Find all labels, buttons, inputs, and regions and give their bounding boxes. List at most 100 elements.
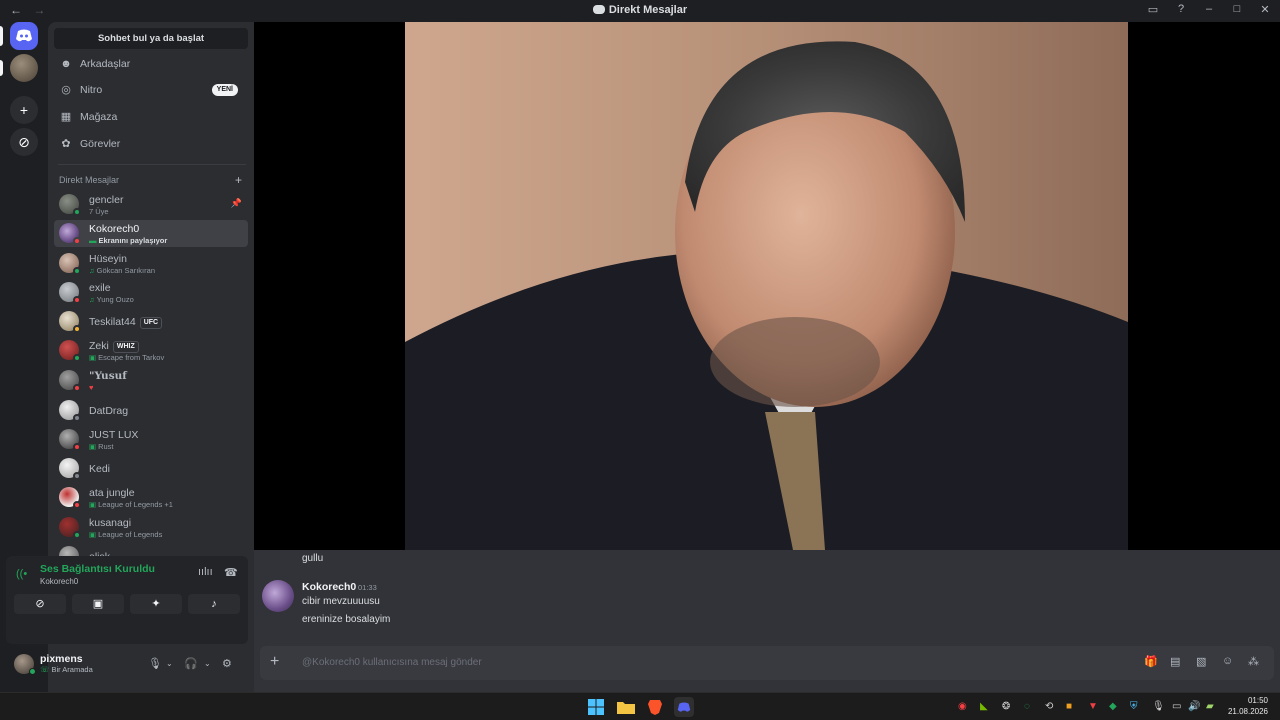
screen-share-button[interactable]: ▣ bbox=[72, 594, 124, 614]
help-icon[interactable]: ? bbox=[1174, 3, 1188, 16]
nitro-icon: ◎ bbox=[61, 84, 71, 96]
message-timestamp: 01:33 bbox=[358, 583, 377, 592]
tray-app-icon[interactable]: ◌ bbox=[1024, 701, 1030, 712]
file-explorer-icon[interactable] bbox=[616, 697, 636, 717]
defender-icon[interactable]: ⛨ bbox=[1130, 701, 1138, 712]
emoji-icon[interactable]: ☺ bbox=[1222, 655, 1233, 667]
nav-nitro[interactable]: ◎ Nitro YENİ bbox=[54, 78, 248, 102]
message-composer: + @Kokorech0 kullanıcısına mesaj gönder … bbox=[260, 646, 1274, 680]
status-indicator bbox=[73, 531, 81, 539]
dm-item-huseyin[interactable]: Hüseyin ♫ Gökcan Sarıkıran bbox=[54, 250, 248, 277]
gif-icon[interactable]: ▤ bbox=[1170, 655, 1180, 668]
game-icon: ▣ bbox=[89, 500, 97, 509]
taskbar: ◉ ◣ ❂ ◌ ⟲ ■ ▼ ◆ ⛨ 🎙 ▭ 🔊 ▰ 01:50 21.08.20… bbox=[0, 692, 1280, 720]
tray-app-icon[interactable]: ⟲ bbox=[1045, 701, 1053, 712]
add-server-button[interactable]: + bbox=[10, 96, 38, 124]
attach-plus-icon[interactable]: + bbox=[270, 653, 279, 671]
tray-app-icon[interactable]: ▼ bbox=[1088, 701, 1098, 712]
microphone-icon[interactable]: 🎙 bbox=[1152, 701, 1165, 712]
status-indicator bbox=[73, 296, 81, 304]
network-icon[interactable]: ▭ bbox=[1172, 701, 1181, 712]
discover-button[interactable]: ⊘ bbox=[10, 128, 38, 156]
nav-shop[interactable]: ▦ Mağaza bbox=[54, 105, 248, 129]
battery-icon[interactable]: ▰ bbox=[1206, 701, 1214, 712]
maximize-icon[interactable]: □ bbox=[1230, 3, 1244, 16]
voice-connection-panel: ((• Ses Bağlantısı Kuruldu Kokorech0 ııl… bbox=[6, 556, 248, 644]
chevron-down-icon[interactable]: ⌄ bbox=[204, 659, 211, 668]
pin-icon[interactable]: 📌 bbox=[231, 198, 242, 209]
create-dm-icon[interactable]: + bbox=[235, 173, 242, 187]
find-conversation-button[interactable]: Sohbet bul ya da başlat bbox=[54, 28, 248, 49]
divider bbox=[58, 164, 246, 165]
inbox-icon[interactable]: ▭ bbox=[1146, 3, 1160, 16]
settings-icon[interactable]: ⚙ bbox=[222, 657, 232, 670]
dm-item-datdrag[interactable]: DatDrag bbox=[54, 397, 248, 424]
quests-icon: ✿ bbox=[61, 138, 71, 150]
dm-item-kokorech0[interactable]: Kokorech0 ▬ Ekranını paylaşıyor bbox=[54, 220, 248, 247]
screen-share-video[interactable] bbox=[405, 22, 1128, 550]
nav-quests[interactable]: ✿ Görevler bbox=[54, 132, 248, 156]
user-panel: pixmens ☏ Bir Aramada 🎙 ⌄ 🎧 ⌄ ⚙ bbox=[6, 648, 248, 682]
nav-friends[interactable]: ☻ Arkadaşlar bbox=[54, 52, 248, 76]
tray-app-icon[interactable]: ■ bbox=[1066, 701, 1072, 712]
apps-icon[interactable]: ⁂ bbox=[1248, 655, 1259, 668]
camera-off-icon: ⊘ bbox=[35, 598, 45, 610]
dm-item-ata-jungle[interactable]: ata jungle ▣ League of Legends +1 bbox=[54, 484, 248, 511]
microphone-icon[interactable]: 🎙 bbox=[148, 657, 162, 670]
tray-app-icon[interactable]: ❂ bbox=[1002, 701, 1010, 712]
guild-tag: UFC bbox=[139, 317, 163, 329]
guild-tag: WHIZ bbox=[112, 341, 139, 353]
dm-item-just-lux[interactable]: JUST LUX ▣ Rust bbox=[54, 426, 248, 453]
compass-icon: ⊘ bbox=[18, 133, 30, 150]
activities-button[interactable]: ✦ bbox=[130, 594, 182, 614]
message-text: ereninize bosalayim bbox=[302, 614, 391, 625]
close-icon[interactable]: ✕ bbox=[1258, 3, 1272, 16]
discord-taskbar-icon[interactable] bbox=[674, 697, 694, 717]
game-icon: ▣ bbox=[89, 353, 97, 362]
dm-item-kusanagi[interactable]: kusanagi ▣ League of Legends bbox=[54, 514, 248, 541]
gift-icon[interactable]: 🎁 bbox=[1144, 655, 1158, 668]
stream-stage[interactable] bbox=[254, 22, 1280, 550]
window-title: Direkt Mesajlar bbox=[0, 4, 1280, 16]
home-button[interactable] bbox=[10, 22, 38, 50]
status-indicator bbox=[73, 354, 81, 362]
discord-logo-icon bbox=[592, 5, 605, 14]
dm-item-gencler[interactable]: gencler 7 Üye 📌 bbox=[54, 191, 248, 218]
tray-app-icon[interactable]: ◆ bbox=[1109, 701, 1117, 712]
video-frame bbox=[405, 22, 1128, 550]
system-clock[interactable]: 01:50 21.08.2026 bbox=[1228, 695, 1268, 717]
minimize-icon[interactable]: – bbox=[1202, 3, 1216, 16]
avatar[interactable] bbox=[262, 580, 294, 612]
volume-icon[interactable]: 🔊 bbox=[1188, 701, 1200, 712]
dm-item-yusuf[interactable]: "Yusuf ♥ bbox=[54, 367, 248, 394]
dm-item-teskilat44[interactable]: Teskilat44 UFC bbox=[54, 308, 248, 335]
screen-share-icon: ▣ bbox=[92, 598, 104, 610]
dm-item-exile[interactable]: exile ♫ Yung Ouzo bbox=[54, 279, 248, 306]
nvidia-icon[interactable]: ◣ bbox=[980, 701, 988, 712]
status-indicator bbox=[73, 443, 81, 451]
message-list: gullu Kokorech0 01:33 cibir mevzuuuusu e… bbox=[254, 550, 1280, 646]
message-input[interactable]: @Kokorech0 kullanıcısına mesaj gönder bbox=[302, 657, 482, 668]
music-icon: ♫ bbox=[89, 295, 95, 304]
status-indicator bbox=[73, 208, 81, 216]
camera-off-button[interactable]: ⊘ bbox=[14, 594, 66, 614]
voice-icon: ☏ bbox=[40, 665, 52, 674]
sticker-icon[interactable]: ▧ bbox=[1196, 655, 1206, 668]
disconnect-icon[interactable]: ☎ bbox=[224, 566, 238, 579]
dm-item-zeki[interactable]: Zeki WHIZ ▣ Escape from Tarkov bbox=[54, 337, 248, 364]
noise-suppression-icon[interactable]: ıılıı bbox=[198, 566, 213, 578]
tray-app-icon[interactable]: ◉ bbox=[958, 701, 967, 712]
windows-start-icon[interactable] bbox=[586, 697, 606, 717]
message-author[interactable]: Kokorech0 bbox=[302, 581, 356, 593]
dm-item-kedi[interactable]: Kedi bbox=[54, 455, 248, 482]
main-area: gullu Kokorech0 01:33 cibir mevzuuuusu e… bbox=[254, 22, 1280, 692]
status-indicator bbox=[73, 472, 81, 480]
headphones-icon[interactable]: 🎧 bbox=[184, 657, 198, 670]
signal-icon[interactable]: ((• bbox=[16, 568, 27, 580]
brave-browser-icon[interactable] bbox=[645, 697, 665, 717]
chevron-down-icon[interactable]: ⌄ bbox=[166, 659, 173, 668]
server-avatar[interactable] bbox=[10, 54, 38, 82]
status-indicator bbox=[73, 237, 81, 245]
soundboard-button[interactable]: ♪ bbox=[188, 594, 240, 614]
soundboard-icon: ♪ bbox=[211, 598, 217, 610]
